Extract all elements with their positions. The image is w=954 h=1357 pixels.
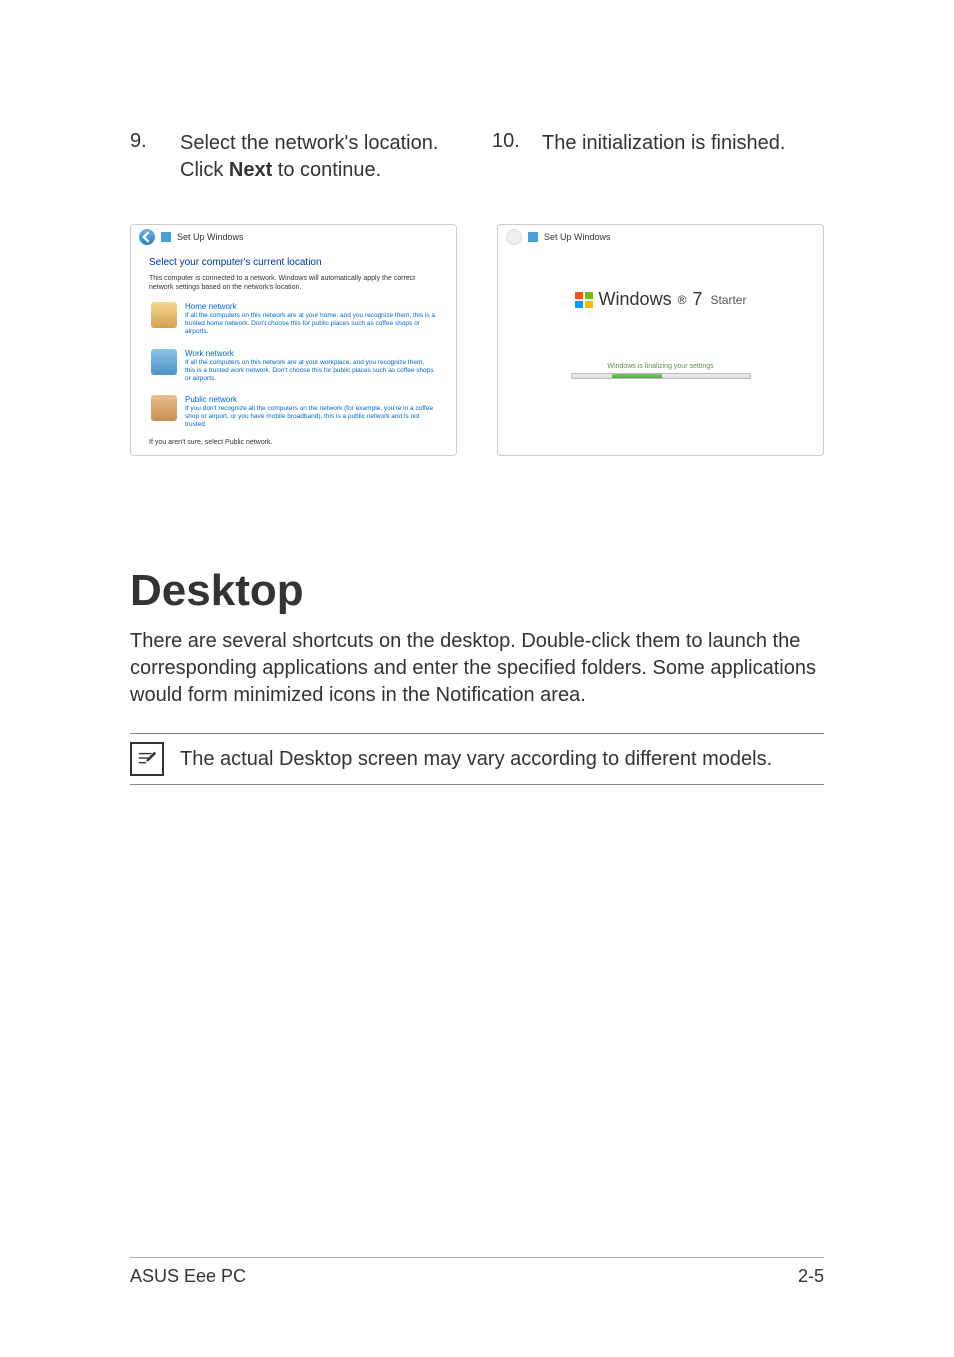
window-title: Set Up Windows <box>177 232 244 242</box>
screenshots-row: Set Up Windows Select your computer's cu… <box>130 224 824 456</box>
footer-left: ASUS Eee PC <box>130 1266 246 1287</box>
page-content: 9. Select the network's location. Click … <box>0 0 954 785</box>
public-network-icon <box>151 395 177 421</box>
window-body: Select your computer's current location … <box>131 249 456 454</box>
step-text: The initialization is finished. <box>542 130 785 184</box>
option-public-network[interactable]: Public network If you don't recognize al… <box>149 393 438 431</box>
step-10: 10. The initialization is finished. <box>492 130 824 184</box>
option-work-network[interactable]: Work network If all the computers on thi… <box>149 347 438 385</box>
prompt-title: Select your computer's current location <box>149 257 438 268</box>
prompt-subtitle: This computer is connected to a network.… <box>149 274 438 292</box>
screenshot-network-location: Set Up Windows Select your computer's cu… <box>130 224 457 456</box>
option-description: If all the computers on this network are… <box>185 359 434 382</box>
window-icon <box>528 232 538 242</box>
brand-windows: Windows <box>599 289 672 310</box>
back-button-disabled <box>506 229 522 245</box>
text-fragment: to continue. <box>272 159 381 181</box>
back-button[interactable] <box>139 229 155 245</box>
pencil-note-icon <box>136 748 158 770</box>
page-footer: ASUS Eee PC 2-5 <box>130 1257 824 1287</box>
option-heading: Public network <box>185 395 436 405</box>
hint-text: If you aren't sure, select Public networ… <box>149 439 438 446</box>
option-text: Work network If all the computers on thi… <box>185 349 436 383</box>
step-number: 9. <box>130 130 160 184</box>
arrow-left-icon <box>139 229 155 245</box>
option-heading: Home network <box>185 302 436 312</box>
window-header: Set Up Windows <box>131 225 456 249</box>
step-text: Select the network's location. Click Nex… <box>180 130 462 184</box>
progress-fill <box>612 374 662 378</box>
step-number: 10. <box>492 130 522 184</box>
work-network-icon <box>151 349 177 375</box>
bold-text: Next <box>229 159 272 181</box>
screenshot-finalizing: Set Up Windows Windows ® 7 Starter Windo… <box>497 224 824 456</box>
brand-seven: 7 <box>692 289 702 310</box>
section-heading: Desktop <box>130 566 824 616</box>
footer-right: 2-5 <box>798 1266 824 1287</box>
section-body: There are several shortcuts on the deskt… <box>130 628 824 709</box>
window-body: Windows ® 7 Starter Windows is finalizin… <box>498 249 823 379</box>
note-text: The actual Desktop screen may vary accor… <box>180 748 772 771</box>
option-home-network[interactable]: Home network If all the computers on thi… <box>149 300 438 338</box>
progress-bar <box>571 373 751 379</box>
windows-flag-icon <box>575 292 593 308</box>
step-9: 9. Select the network's location. Click … <box>130 130 462 184</box>
window-header: Set Up Windows <box>498 225 823 249</box>
brand-edition: Starter <box>710 293 746 307</box>
home-network-icon <box>151 302 177 328</box>
windows-7-logo: Windows ® 7 Starter <box>575 289 747 310</box>
option-description: If all the computers on this network are… <box>185 312 435 335</box>
option-text: Public network If you don't recognize al… <box>185 395 436 429</box>
window-icon <box>161 232 171 242</box>
option-heading: Work network <box>185 349 436 359</box>
status-text: Windows is finalizing your settings <box>498 363 823 370</box>
note-callout: The actual Desktop screen may vary accor… <box>130 733 824 785</box>
option-text: Home network If all the computers on thi… <box>185 302 436 336</box>
option-description: If you don't recognize all the computers… <box>185 405 433 428</box>
note-icon <box>130 742 164 776</box>
step-row: 9. Select the network's location. Click … <box>130 130 824 184</box>
window-title: Set Up Windows <box>544 232 611 242</box>
